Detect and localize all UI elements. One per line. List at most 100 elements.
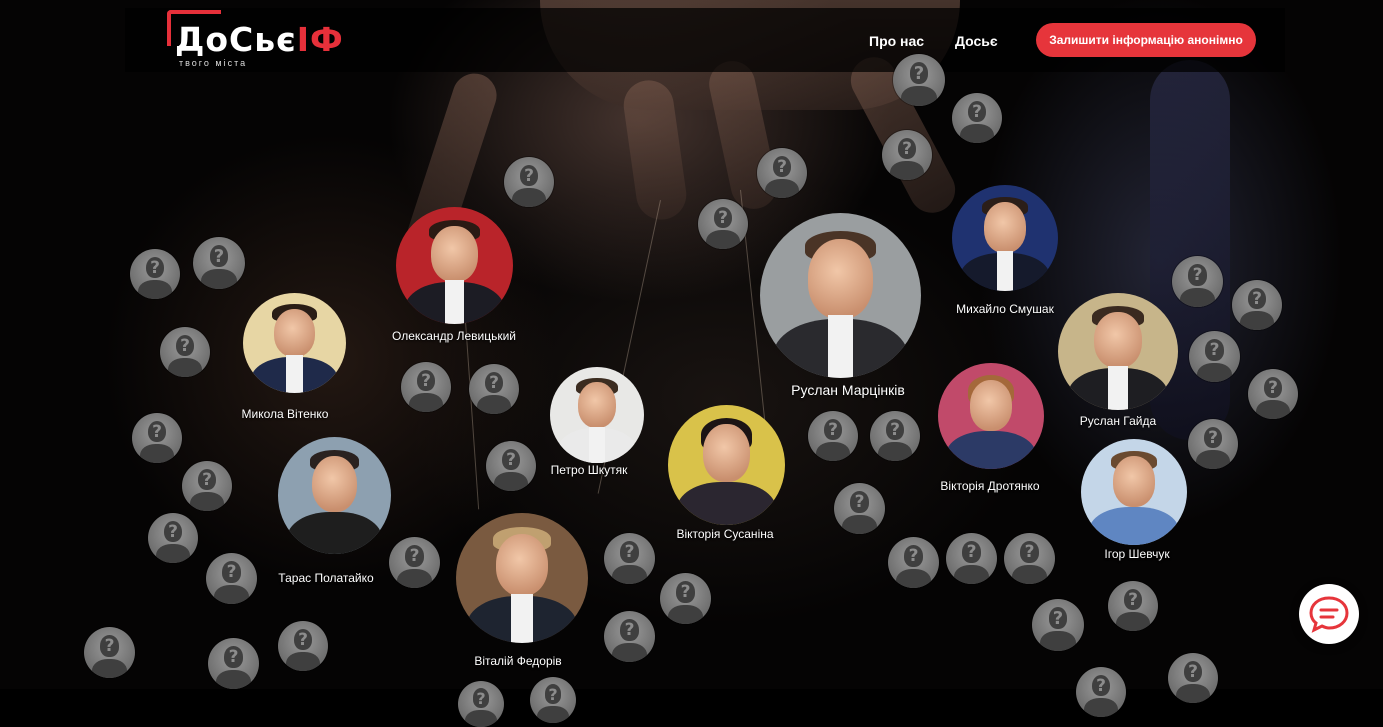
silhouette-body-icon bbox=[512, 188, 546, 207]
unknown-person-avatar[interactable]: ? bbox=[946, 533, 997, 584]
person-name[interactable]: Михайло Смушак bbox=[956, 302, 1054, 316]
site-logo[interactable]: ДоСьєІФ твого міста bbox=[167, 8, 347, 70]
unknown-person-avatar[interactable]: ? bbox=[888, 537, 939, 588]
question-mark-icon: ? bbox=[902, 138, 912, 159]
question-mark-icon: ? bbox=[202, 469, 212, 490]
anonymous-report-button[interactable]: Залишити інформацію анонімно bbox=[1036, 23, 1256, 57]
person-avatar-fedoriv[interactable] bbox=[456, 513, 588, 643]
silhouette-body-icon bbox=[878, 442, 912, 461]
logo-wordmark: ДоСьєІФ bbox=[175, 20, 344, 59]
unknown-person-avatar[interactable]: ? bbox=[1076, 667, 1126, 717]
question-mark-icon: ? bbox=[1268, 377, 1278, 398]
person-name[interactable]: Тарас Полатайко bbox=[278, 571, 373, 585]
silhouette-body-icon bbox=[477, 395, 511, 414]
unknown-person-avatar[interactable]: ? bbox=[893, 54, 945, 106]
unknown-person-avatar[interactable]: ? bbox=[504, 157, 554, 207]
unknown-person-avatar[interactable]: ? bbox=[604, 611, 655, 662]
question-mark-icon: ? bbox=[1052, 607, 1064, 629]
person-avatar-vitenko[interactable] bbox=[243, 293, 346, 393]
person-name[interactable]: Ігор Шевчук bbox=[1104, 547, 1169, 561]
person-avatar-shkutiak[interactable] bbox=[550, 367, 644, 463]
unknown-person-avatar[interactable]: ? bbox=[130, 249, 180, 299]
unknown-person-avatar[interactable]: ? bbox=[698, 199, 748, 249]
unknown-person-avatar[interactable]: ? bbox=[208, 638, 259, 689]
unknown-person-avatar[interactable]: ? bbox=[882, 130, 932, 180]
person-avatar-smushak[interactable] bbox=[952, 185, 1058, 291]
person-avatar-levytskyi[interactable] bbox=[396, 207, 513, 324]
question-mark-icon: ? bbox=[476, 688, 486, 708]
unknown-person-avatar[interactable]: ? bbox=[808, 411, 858, 461]
unknown-person-avatar[interactable]: ? bbox=[660, 573, 711, 624]
unknown-person-avatar[interactable]: ? bbox=[1189, 331, 1240, 382]
nav-about[interactable]: Про нас bbox=[869, 33, 924, 49]
unknown-person-avatar[interactable]: ? bbox=[401, 362, 451, 412]
question-mark-icon: ? bbox=[913, 62, 925, 84]
unknown-person-avatar[interactable]: ? bbox=[1188, 419, 1238, 469]
silhouette-body-icon bbox=[397, 568, 432, 588]
unknown-person-avatar[interactable]: ? bbox=[278, 621, 328, 671]
person-avatar-martsinkiv[interactable] bbox=[760, 213, 921, 378]
unknown-person-avatar[interactable]: ? bbox=[834, 483, 885, 534]
person-avatar-drotianko[interactable] bbox=[938, 363, 1044, 469]
question-mark-icon: ? bbox=[1209, 339, 1220, 360]
silhouette-body-icon bbox=[537, 705, 569, 723]
person-avatar-haida[interactable] bbox=[1058, 293, 1178, 410]
unknown-person-avatar[interactable]: ? bbox=[1172, 256, 1223, 307]
unknown-person-avatar[interactable]: ? bbox=[1168, 653, 1218, 703]
question-mark-icon: ? bbox=[1128, 589, 1138, 610]
chat-bubble-icon bbox=[1309, 596, 1349, 633]
person-avatar-shevchuk[interactable] bbox=[1081, 439, 1187, 545]
unknown-person-avatar[interactable]: ? bbox=[148, 513, 198, 563]
silhouette-body-icon bbox=[201, 269, 237, 289]
unknown-person-avatar[interactable]: ? bbox=[160, 327, 210, 377]
unknown-person-avatar[interactable]: ? bbox=[604, 533, 655, 584]
person-avatar-susanina[interactable] bbox=[668, 405, 785, 525]
nav-dossier[interactable]: Досьє bbox=[955, 33, 998, 49]
unknown-person-avatar[interactable]: ? bbox=[458, 681, 504, 727]
silhouette-body-icon bbox=[168, 358, 202, 377]
silhouette-body-icon bbox=[214, 584, 249, 604]
unknown-person-avatar[interactable]: ? bbox=[182, 461, 232, 511]
question-mark-icon: ? bbox=[298, 629, 308, 650]
silhouette-body-icon bbox=[138, 280, 172, 299]
silhouette-body-icon bbox=[816, 442, 850, 461]
unknown-person-avatar[interactable]: ? bbox=[469, 364, 519, 414]
unknown-person-avatar[interactable]: ? bbox=[486, 441, 536, 491]
unknown-person-avatar[interactable]: ? bbox=[1248, 369, 1298, 419]
unknown-person-avatar[interactable]: ? bbox=[1108, 581, 1158, 631]
unknown-person-avatar[interactable]: ? bbox=[132, 413, 182, 463]
silhouette-body-icon bbox=[706, 230, 740, 249]
person-name[interactable]: Руслан Марцінків bbox=[791, 382, 905, 398]
question-mark-icon: ? bbox=[1252, 288, 1262, 309]
silhouette-body-icon bbox=[765, 179, 799, 198]
chat-button[interactable] bbox=[1299, 584, 1359, 644]
unknown-person-avatar[interactable]: ? bbox=[757, 148, 807, 198]
person-name[interactable]: Руслан Гайда bbox=[1080, 414, 1156, 428]
silhouette-body-icon bbox=[954, 564, 989, 584]
question-mark-icon: ? bbox=[524, 165, 534, 186]
unknown-person-avatar[interactable]: ? bbox=[1004, 533, 1055, 584]
unknown-person-avatar[interactable]: ? bbox=[870, 411, 920, 461]
person-avatar-polataiko[interactable] bbox=[278, 437, 391, 554]
unknown-person-avatar[interactable]: ? bbox=[206, 553, 257, 604]
unknown-person-avatar[interactable]: ? bbox=[389, 537, 440, 588]
unknown-person-avatar[interactable]: ? bbox=[84, 627, 135, 678]
unknown-person-avatar[interactable]: ? bbox=[1032, 599, 1084, 651]
silhouette-body-icon bbox=[960, 124, 994, 143]
person-name[interactable]: Олександр Левицький bbox=[392, 329, 516, 343]
question-mark-icon: ? bbox=[624, 619, 635, 640]
unknown-person-avatar[interactable]: ? bbox=[952, 93, 1002, 143]
person-name[interactable]: Віталій Федорів bbox=[474, 654, 561, 668]
person-name[interactable]: Микола Вітенко bbox=[242, 407, 329, 421]
person-name[interactable]: Вікторія Дротянко bbox=[940, 479, 1039, 493]
question-mark-icon: ? bbox=[409, 545, 420, 566]
question-mark-icon: ? bbox=[1024, 541, 1035, 562]
unknown-person-avatar[interactable]: ? bbox=[193, 237, 245, 289]
person-name[interactable]: Петро Шкутяк bbox=[551, 463, 628, 477]
question-mark-icon: ? bbox=[828, 419, 838, 440]
question-mark-icon: ? bbox=[152, 421, 162, 442]
unknown-person-avatar[interactable]: ? bbox=[530, 677, 576, 723]
unknown-person-avatar[interactable]: ? bbox=[1232, 280, 1282, 330]
person-name[interactable]: Вікторія Сусаніна bbox=[676, 527, 773, 541]
question-mark-icon: ? bbox=[972, 101, 982, 122]
